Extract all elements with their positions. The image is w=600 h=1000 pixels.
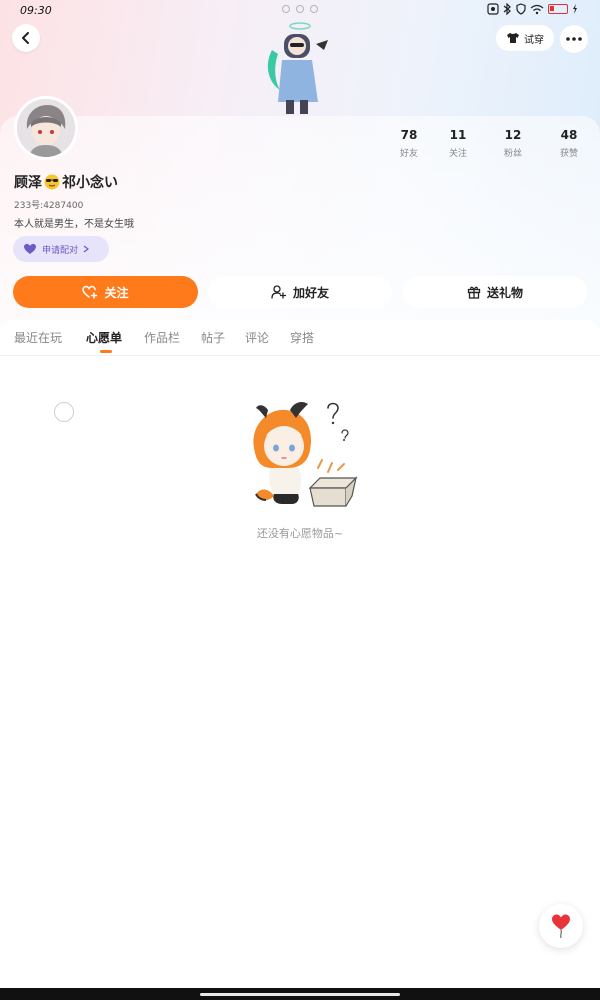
- add-friend-label: 加好友: [292, 285, 329, 300]
- heart-plus-icon: [82, 285, 98, 299]
- charging-icon: [573, 4, 577, 14]
- bluetooth-icon: [503, 3, 511, 15]
- page-dot: [310, 5, 318, 13]
- tab-recently-played[interactable]: 最近在玩: [14, 329, 62, 346]
- stat-label: 好友: [399, 149, 418, 159]
- follow-label: 关注: [104, 285, 129, 300]
- heart-icon: [24, 244, 36, 254]
- add-friend-button[interactable]: 加好友: [208, 276, 392, 308]
- send-gift-button[interactable]: 送礼物: [403, 276, 587, 308]
- username-text: 顾泽: [14, 175, 42, 191]
- active-tab-indicator: [100, 350, 112, 353]
- sunglasses-emoji-icon: [44, 174, 60, 190]
- stat-label: 粉丝: [503, 149, 522, 159]
- stat-fans[interactable]: 12 粉丝: [488, 128, 538, 159]
- match-label: 申请配对: [42, 245, 79, 256]
- stat-value: 12: [504, 128, 522, 142]
- battery-icon: [548, 4, 568, 14]
- avatar-character-figure: [267, 22, 328, 114]
- status-icons: [487, 3, 578, 15]
- follow-button[interactable]: 关注: [13, 276, 198, 308]
- shield-icon: [516, 3, 526, 15]
- bio: 本人就是男生，不是女生哦: [14, 219, 134, 230]
- tab-works[interactable]: 作品栏: [144, 329, 180, 346]
- chevron-right-icon: [83, 245, 90, 253]
- username: 顾泽 祁小念い: [14, 172, 118, 192]
- send-gift-label: 送礼物: [486, 285, 523, 300]
- stats-row: 78 好友 11 关注 12 粉丝 48 获赞: [380, 128, 590, 162]
- empty-state-illustration: [253, 402, 358, 507]
- stat-following[interactable]: 11 关注: [433, 128, 483, 159]
- tab-comments[interactable]: 评论: [245, 329, 269, 346]
- tryon-button[interactable]: 试穿: [496, 25, 554, 51]
- gift-icon: [467, 286, 481, 299]
- stat-likes[interactable]: 48 获赞: [544, 128, 594, 159]
- tabs-bar: 最近在玩 心愿单 作品栏 帖子 评论 穿搭: [0, 320, 600, 356]
- add-user-icon: [271, 285, 287, 299]
- stat-value: 48: [560, 128, 578, 142]
- match-request-button[interactable]: 申请配对: [13, 236, 109, 262]
- stat-value: 11: [449, 128, 467, 142]
- tshirt-icon: [507, 33, 519, 43]
- user-id: 233号:4287400: [14, 201, 84, 211]
- tab-wishlist[interactable]: 心愿单: [86, 329, 122, 346]
- stat-label: 获赞: [559, 149, 578, 159]
- tab-outfits[interactable]: 穿搭: [290, 329, 314, 346]
- empty-state-message: 还没有心愿物品~: [256, 527, 344, 540]
- floating-heart-button[interactable]: [539, 904, 583, 948]
- page-indicator: [282, 5, 318, 13]
- username-suffix: 祁小念い: [62, 175, 118, 191]
- stat-friends[interactable]: 78 好友: [384, 128, 434, 159]
- more-icon: [566, 37, 582, 41]
- chevron-left-icon: [22, 32, 29, 44]
- avatar-image: [17, 99, 75, 157]
- home-indicator[interactable]: [200, 993, 400, 996]
- tryon-label: 试穿: [524, 34, 544, 46]
- page-dot: [282, 5, 290, 13]
- status-time: 09:30: [20, 4, 52, 17]
- status-bar: 09:30: [0, 0, 600, 22]
- wifi-icon: [530, 4, 544, 14]
- tab-posts[interactable]: 帖子: [201, 329, 225, 346]
- page-dot: [296, 5, 304, 13]
- heart-balloon-icon: [552, 914, 570, 939]
- stat-value: 78: [400, 128, 418, 142]
- avatar[interactable]: [14, 96, 78, 160]
- stat-label: 关注: [448, 149, 467, 159]
- back-button[interactable]: [12, 24, 40, 52]
- screen-record-icon: [487, 3, 499, 15]
- more-button[interactable]: [560, 25, 588, 53]
- loading-indicator: [54, 402, 74, 422]
